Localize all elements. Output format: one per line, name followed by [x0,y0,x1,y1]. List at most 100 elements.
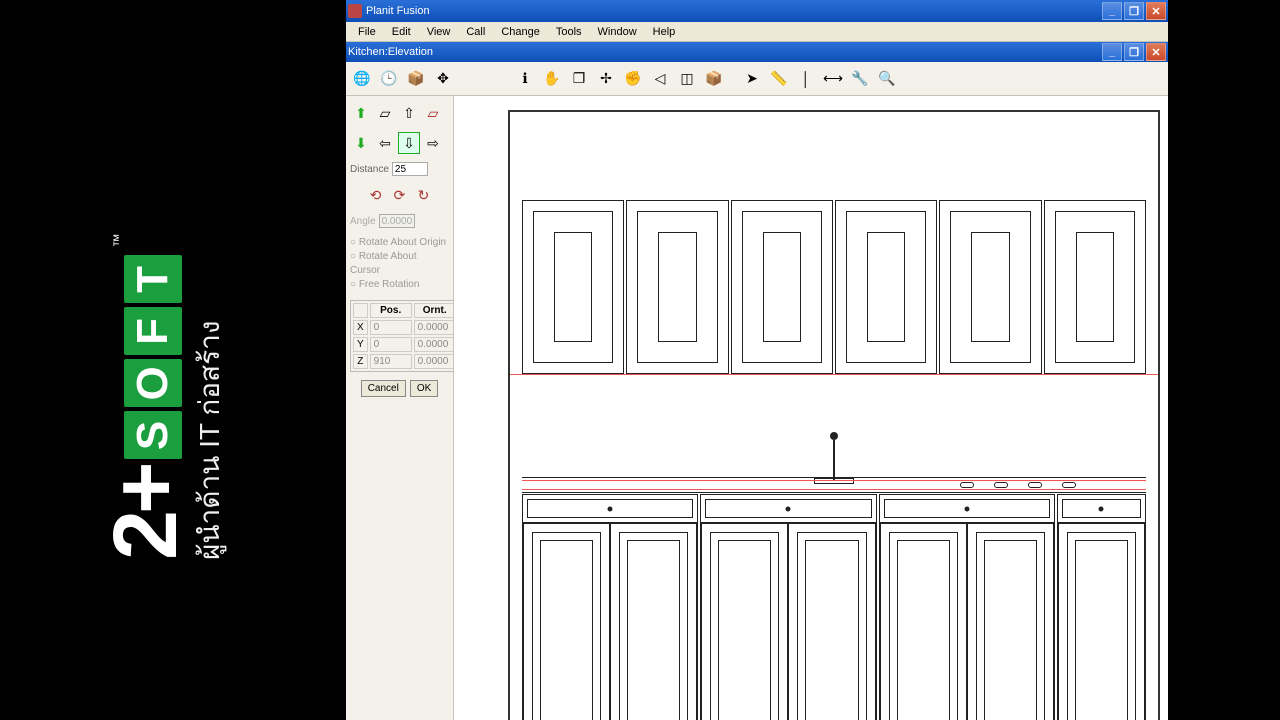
main-toolbar: 🌐 🕒 📦 ✥ ℹ ✋ ❐ ✢ ✊ ◁ ◫ 📦 ➤ 📏 │ ⟷ 🔧 🔍 [346,62,1168,96]
z-ornt-input[interactable] [418,356,452,367]
drawing-canvas[interactable] [454,96,1168,720]
zoom-icon[interactable]: 🔍 [875,67,899,91]
right-arrow-icon[interactable]: ⇨ [422,132,444,154]
wall-cabinet [1044,200,1146,374]
base-cabinet [1057,494,1146,720]
base-cabinet [700,494,876,720]
menu-tools[interactable]: Tools [548,24,590,40]
clock-icon[interactable]: 🕒 [377,67,401,91]
radio-rotate-cursor[interactable]: ○ Rotate About Cursor [350,250,449,278]
angle-label: Angle [350,216,376,227]
wrench-icon[interactable]: 🔧 [848,67,872,91]
doc-title: Kitchen:Elevation [348,46,433,58]
info-icon[interactable]: ℹ [513,67,537,91]
axis-y: Y [353,337,368,352]
rotate-x-icon[interactable]: ⟲ [365,184,387,206]
doc-close-button[interactable]: ✕ [1146,43,1166,61]
rect-right-icon[interactable]: ▱ [422,102,444,124]
table-row: Z [353,354,456,369]
menu-view[interactable]: View [419,24,459,40]
brand-soft: S O F T [124,255,182,459]
distance-label: Distance [350,164,389,175]
doc-minimize-button[interactable]: _ [1102,43,1122,61]
distance-input[interactable] [392,162,428,176]
minimize-button[interactable]: _ [1102,2,1122,20]
x-pos-input[interactable] [374,322,408,333]
axis-x: X [353,320,368,335]
rotation-mode-group: ○ Rotate About Origin ○ Rotate About Cur… [350,236,449,292]
pointer-icon[interactable]: ➤ [740,67,764,91]
package-icon[interactable]: 📦 [702,67,726,91]
base-cabinet [522,494,698,720]
radio-free-rotation[interactable]: ○ Free Rotation [350,278,449,292]
grab-icon[interactable]: ✊ [621,67,645,91]
menu-call[interactable]: Call [458,24,493,40]
copy-icon[interactable]: ❐ [567,67,591,91]
down-arrow-icon[interactable]: ⇩ [398,132,420,154]
axis-z: Z [353,354,368,369]
line-icon[interactable]: │ [794,67,818,91]
wall-cabinet [939,200,1041,374]
bold-down-arrow-icon[interactable]: ⬇ [350,132,372,154]
app-icon [348,4,362,18]
trademark-symbol: ™ [110,233,126,247]
wall-cabinet [522,200,624,374]
y-ornt-input[interactable] [418,339,452,350]
menu-help[interactable]: Help [645,24,684,40]
rotate-z-icon[interactable]: ↻ [413,184,435,206]
left-arrow-icon[interactable]: ⇦ [374,132,396,154]
menu-edit[interactable]: Edit [384,24,419,40]
app-title: Planit Fusion [366,5,430,17]
rect-left-icon[interactable]: ▱ [374,102,396,124]
maximize-button[interactable]: ❐ [1124,2,1144,20]
rotate-y-icon[interactable]: ⟳ [389,184,411,206]
nudge-arrows-row2: ⬇ ⇦ ⇩ ⇨ [350,132,449,154]
menubar: File Edit View Call Change Tools Window … [346,22,1168,42]
cancel-button[interactable]: Cancel [361,380,406,397]
close-button[interactable]: ✕ [1146,2,1166,20]
ok-button[interactable]: OK [410,380,438,397]
brand-watermark: 2+ S O F T ™ ผู้นำด้าน IT ก่อสร้าง [110,233,232,560]
x-ornt-input[interactable] [418,322,452,333]
up-arrow-icon[interactable]: ⇧ [398,102,420,124]
wall-cabinet [626,200,728,374]
pos-header: Pos. [370,303,412,318]
rotate-toolbar: ⟲ ⟳ ↻ [350,184,449,206]
bold-up-arrow-icon[interactable]: ⬆ [350,102,372,124]
elevation-drawing [508,110,1160,720]
brand-2plus: 2+ [110,465,182,560]
cooktop-icon [958,480,1078,490]
menu-file[interactable]: File [350,24,384,40]
nudge-arrows-row1: ⬆ ▱ ⇧ ▱ [350,102,449,124]
table-row: Y [353,337,456,352]
target-icon[interactable]: ✥ [431,67,455,91]
brand-tagline: ผู้นำด้าน IT ก่อสร้าง [188,233,232,560]
dim-icon[interactable]: ⟷ [821,67,845,91]
ruler-icon[interactable]: 📏 [767,67,791,91]
z-pos-input[interactable] [374,356,408,367]
menu-window[interactable]: Window [590,24,645,40]
base-cabinet [879,494,1055,720]
ornt-header: Ornt. [414,303,456,318]
wall-cabinet [731,200,833,374]
table-row: X [353,320,456,335]
doc-maximize-button[interactable]: ❐ [1124,43,1144,61]
wall-cabinets-row [522,200,1146,374]
box-icon[interactable]: ◫ [675,67,699,91]
main-titlebar[interactable]: Planit Fusion _ ❐ ✕ [346,0,1168,22]
angle-input[interactable] [379,214,415,228]
base-cabinets-row [522,494,1146,720]
globe-icon[interactable]: 🌐 [350,67,374,91]
move-icon[interactable]: ✢ [594,67,618,91]
menu-change[interactable]: Change [493,24,548,40]
radio-rotate-origin[interactable]: ○ Rotate About Origin [350,236,449,250]
cube-icon[interactable]: 📦 [404,67,428,91]
wall-cabinet [835,200,937,374]
document-titlebar[interactable]: Kitchen:Elevation _ ❐ ✕ [346,42,1168,62]
hand-icon[interactable]: ✋ [540,67,564,91]
app-window: Planit Fusion _ ❐ ✕ File Edit View Call … [346,0,1168,720]
y-pos-input[interactable] [374,339,408,350]
rotate-icon[interactable]: ◁ [648,67,672,91]
coord-table: Pos. Ornt. X Y Z [350,300,459,372]
side-panel: ⬆ ▱ ⇧ ▱ ⬇ ⇦ ⇩ ⇨ Distance ⟲ ⟳ ↻ Angle [346,96,454,720]
